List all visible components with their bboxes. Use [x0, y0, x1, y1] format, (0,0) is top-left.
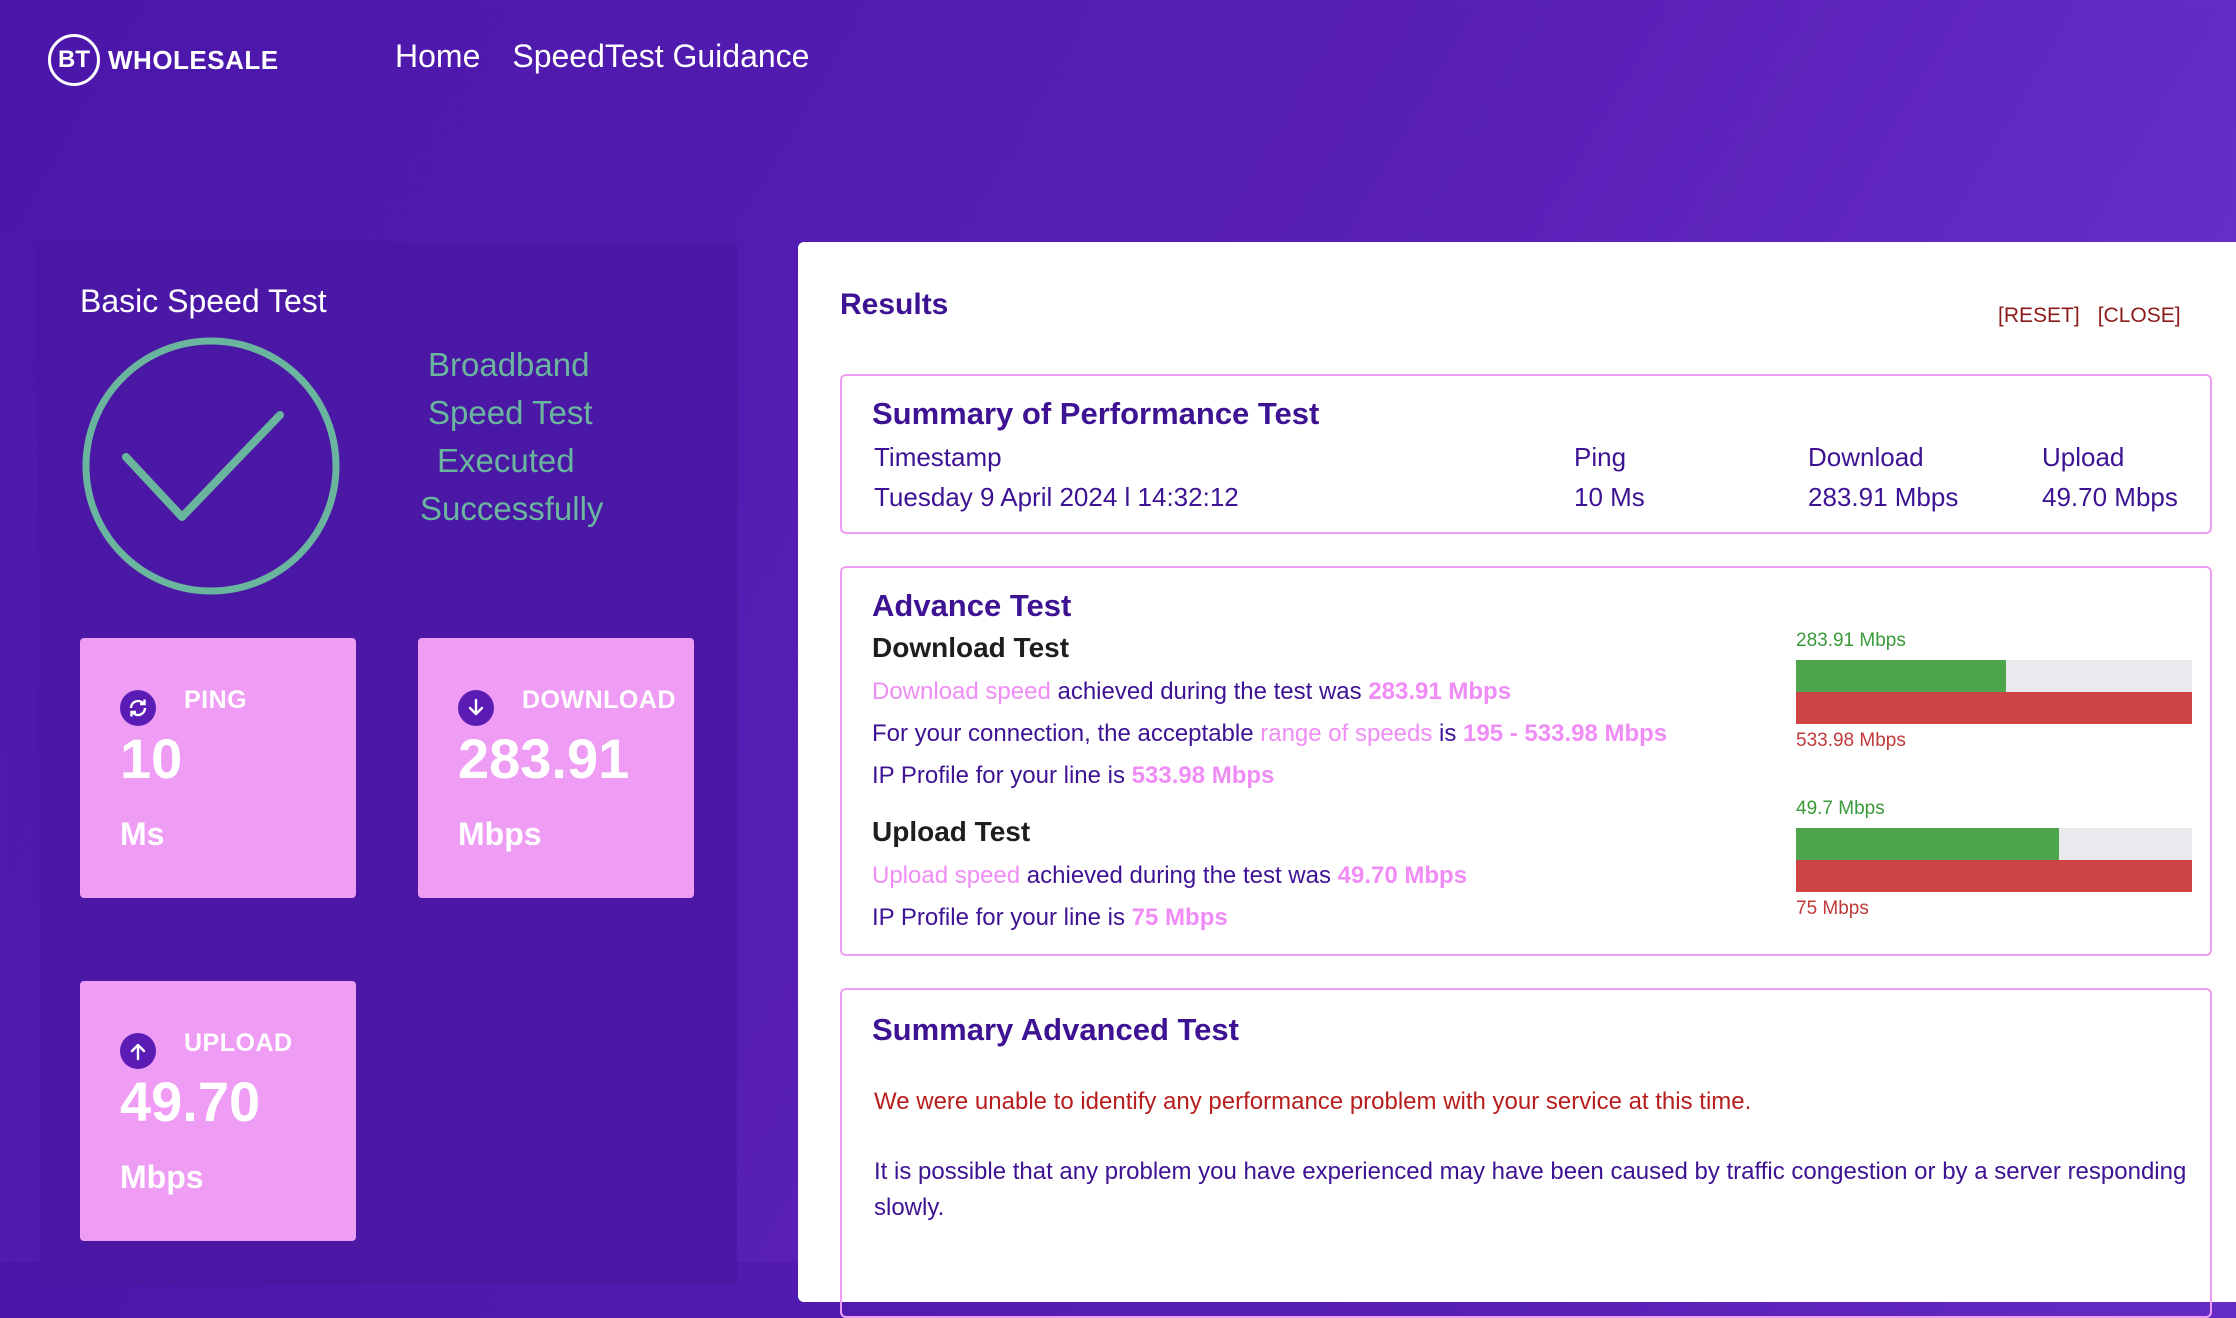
success-check-icon	[80, 335, 342, 597]
download-label: DOWNLOAD	[522, 686, 676, 714]
download-bar-track	[1796, 660, 2192, 692]
reset-button[interactable]: [RESET]	[1998, 304, 2080, 328]
main-nav: Home SpeedTest Guidance	[395, 38, 809, 75]
download-tile: DOWNLOAD 283.91 Mbps	[418, 638, 694, 898]
upload-test-title: Upload Test	[872, 816, 1031, 847]
upload-bar-track	[1796, 828, 2192, 860]
download-achieved-value: 283.91 Mbps	[1368, 678, 1512, 705]
test-status-message: Broadband Speed Test Executed Successful…	[420, 341, 720, 533]
timestamp-value: Tuesday 9 April 2024 l 14:32:12	[874, 482, 1239, 512]
download-bar-fill	[1796, 660, 2006, 692]
status-line: Speed Test	[428, 394, 593, 431]
summary-title: Summary of Performance Test	[872, 396, 1320, 431]
download-achieved-line: Download speed achieved during the test …	[872, 678, 1512, 705]
ping-label: PING	[184, 686, 248, 714]
download-bar-achieved-label: 283.91 Mbps	[1796, 630, 1906, 651]
download-range-value: 195 - 533.98 Mbps	[1463, 720, 1668, 747]
arrow-down-icon	[458, 690, 494, 726]
download-bar-profile	[1796, 692, 2192, 724]
advance-test-card: Advance Test Download Test Download spee…	[840, 566, 2212, 956]
results-panel: Results [RESET] [CLOSE] Summary of Perfo…	[798, 242, 2236, 1318]
upload-bar-fill	[1796, 828, 2059, 860]
timestamp-header: Timestamp	[874, 442, 1002, 472]
nav-speedtest-guidance-link[interactable]: SpeedTest Guidance	[512, 38, 809, 75]
summary-advanced-title: Summary Advanced Test	[872, 1012, 1239, 1047]
download-speed-link[interactable]: Download speed	[872, 678, 1051, 705]
download-range-line: For your connection, the acceptable rang…	[872, 720, 1668, 747]
upload-speed-link[interactable]: Upload speed	[872, 862, 1020, 889]
download-ip-profile-line: IP Profile for your line is 533.98 Mbps	[872, 762, 1275, 789]
download-ip-profile-value: 533.98 Mbps	[1131, 762, 1275, 789]
range-of-speeds-link[interactable]: range of speeds	[1260, 720, 1432, 747]
status-line: Executed	[437, 442, 575, 479]
download-header: Download	[1808, 442, 1924, 472]
upload-ip-profile-value: 75 Mbps	[1131, 904, 1228, 931]
logo-mark: BT	[48, 34, 100, 86]
status-line: Broadband	[428, 346, 590, 383]
ping-value: 10	[120, 727, 183, 790]
congestion-message: It is possible that any problem you have…	[874, 1158, 2187, 1221]
download-test-title: Download Test	[872, 632, 1070, 663]
results-title: Results	[840, 288, 949, 321]
upload-value: 49.70	[120, 1070, 261, 1133]
basic-test-title: Basic Speed Test	[80, 283, 327, 319]
upload-header: Upload	[2042, 442, 2125, 472]
ping-header: Ping	[1574, 442, 1627, 472]
ping-summary-value: 10 Ms	[1574, 482, 1645, 512]
upload-achieved-line: Upload speed achieved during the test wa…	[872, 862, 1468, 889]
upload-summary-value: 49.70 Mbps	[2042, 482, 2178, 512]
download-bar-profile-label: 533.98 Mbps	[1796, 730, 1906, 751]
status-line: Successfully	[420, 490, 604, 527]
upload-achieved-value: 49.70 Mbps	[1337, 862, 1468, 889]
upload-bar-profile-label: 75 Mbps	[1796, 898, 1869, 919]
upload-label: UPLOAD	[184, 1029, 293, 1057]
no-problem-message: We were unable to identify any performan…	[874, 1088, 1752, 1115]
logo-text: WHOLESALE	[108, 44, 279, 75]
upload-bar-achieved-label: 49.7 Mbps	[1796, 798, 1885, 819]
advance-test-title: Advance Test	[872, 588, 1072, 623]
download-unit: Mbps	[458, 816, 542, 852]
upload-bar-profile	[1796, 860, 2192, 892]
upload-unit: Mbps	[120, 1159, 204, 1195]
refresh-icon	[120, 690, 156, 726]
download-value: 283.91	[458, 727, 630, 790]
download-summary-value: 283.91 Mbps	[1808, 482, 1959, 512]
summary-performance-card: Summary of Performance Test Timestamp Pi…	[840, 374, 2212, 534]
upload-ip-profile-line: IP Profile for your line is 75 Mbps	[872, 904, 1228, 931]
top-header: BT WHOLESALE Home SpeedTest Guidance	[0, 0, 2236, 120]
basic-speed-test-panel: Basic Speed Test Broadband Speed Test Ex…	[40, 243, 737, 1283]
summary-advanced-card: Summary Advanced Test We were unable to …	[840, 988, 2212, 1318]
ping-unit: Ms	[120, 816, 165, 852]
arrow-up-icon	[120, 1033, 156, 1069]
ping-tile: PING 10 Ms	[80, 638, 356, 898]
bt-wholesale-logo[interactable]: BT WHOLESALE	[48, 34, 279, 86]
nav-home-link[interactable]: Home	[395, 38, 480, 75]
upload-tile: UPLOAD 49.70 Mbps	[80, 981, 356, 1241]
results-actions: [RESET] [CLOSE]	[1998, 304, 2181, 328]
close-button[interactable]: [CLOSE]	[2098, 304, 2181, 328]
